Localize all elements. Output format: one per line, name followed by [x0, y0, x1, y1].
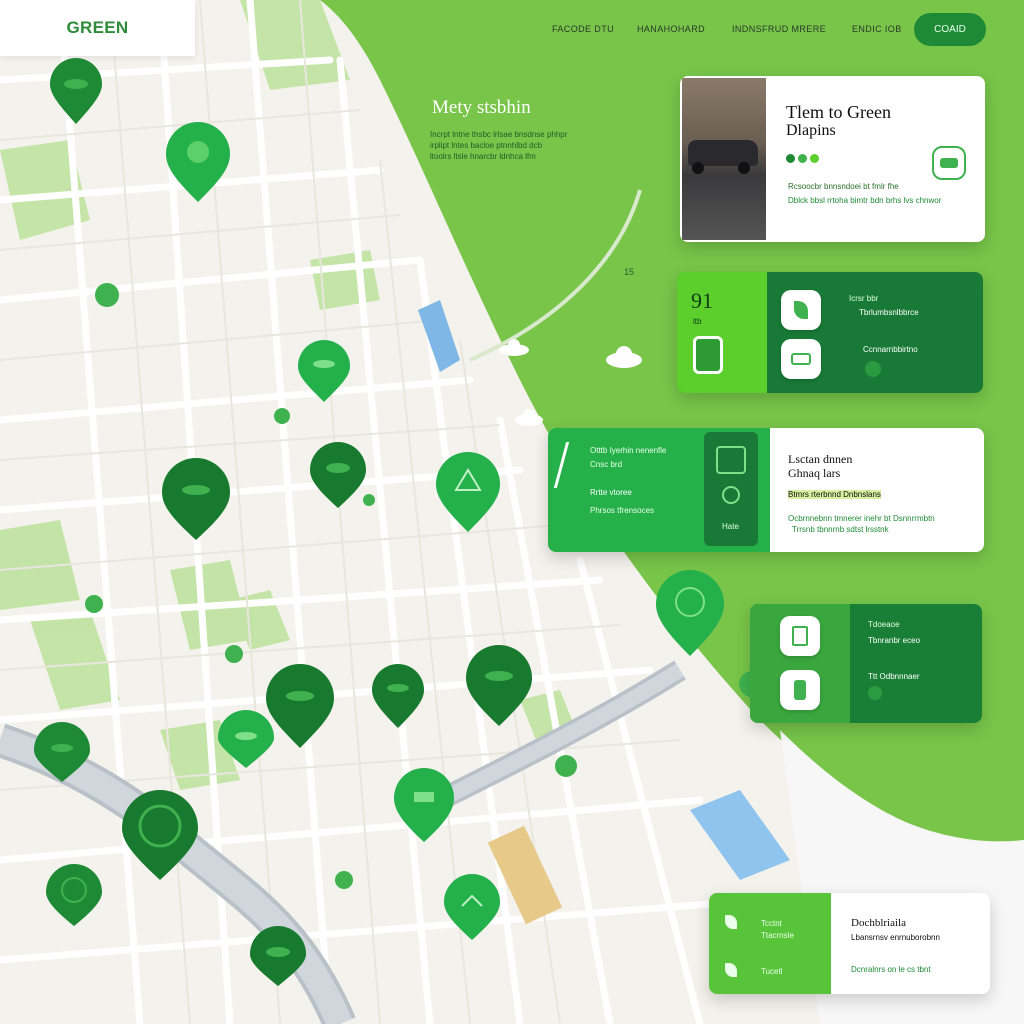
detail-title: Lsctan dnnen [788, 452, 853, 466]
detail-head-2: Cnsc brd [590, 460, 623, 469]
card1-line-1: Rcsoocbr bnnsndoei bt fmlr fhe [788, 182, 899, 191]
card1-subtitle: Dlapins [786, 122, 836, 139]
hero-title: Mety stsbhin [432, 97, 531, 118]
hero-line-2: irplipt lntes bacloe ptnnhlbd dcb [430, 141, 543, 150]
nav-item-4[interactable]: ENDIC IOB [852, 24, 902, 34]
leaf-small-icon-2 [725, 963, 737, 977]
street-photo [682, 78, 766, 240]
summary-line-2: Dcnralnrs on le cs tbnt [851, 965, 931, 974]
stats-row1: Icrsr bbr [849, 294, 879, 303]
nav-item-2[interactable]: HANAHOHARD [637, 24, 705, 34]
summary-title: Dochblriaila [851, 917, 906, 929]
hero-line-3: ltoolrs ltsle hnarcbr ldnhca lfm [430, 152, 536, 161]
bottle-icon [780, 670, 820, 710]
summary-line-1: Lbansrnsv enrnuborobnn [851, 933, 940, 942]
leaf-small-icon [725, 915, 737, 929]
stats-row1b: Tbrlumbsnlbbrce [859, 308, 919, 317]
leaf-icon [781, 290, 821, 330]
facility-row2: Ttt Odbnnnaer [868, 672, 920, 681]
facility-panel [750, 604, 850, 723]
status-dot-icon [865, 361, 881, 377]
brand-logo-text: GREEN [66, 18, 129, 37]
tray-icon [781, 339, 821, 379]
bin-icon [693, 336, 723, 374]
summary-left-1b: Ttacrnsle [761, 931, 794, 940]
summary-left-1: Tcctnt [761, 919, 782, 928]
stats-row2: Ccnnarnbbirtno [863, 345, 918, 354]
road-label: 15 [624, 267, 634, 277]
detail-subtitle: Ghnaq lars [788, 466, 841, 480]
hero-line-1: Incrpt lntne thsbc lrlsae bnsdnse phhpr [430, 130, 568, 139]
document-icon [780, 616, 820, 656]
nav-item-3[interactable]: INDNSFRUD MRERE [732, 24, 826, 34]
detail-line-2: Btmrs rterbnnd Dnbnslans [788, 490, 881, 499]
nav-cta-button[interactable]: COAID [914, 13, 986, 46]
stats-card[interactable]: 91 ltb Icrsr bbr Tbrlumbsnlbbrce Ccnnarn… [677, 272, 983, 393]
summary-left-2: Tucetl [761, 967, 783, 976]
stats-sub: ltb [693, 317, 702, 326]
card1-title: Tlem to Green [786, 102, 891, 122]
detail-side-strip: Hate [704, 432, 758, 546]
summary-panel: Tcctnt Ttacrnsle Tucetl [709, 893, 831, 994]
facility-row1: Tdoeaoe [868, 620, 900, 629]
facility-dot-icon [868, 686, 882, 700]
truck-icon [716, 446, 746, 474]
card1-line-2: Dblck bbsl rrtoha bimtr bdn brhs lvs chn… [788, 196, 942, 205]
chat-icon[interactable] [932, 146, 966, 180]
facility-row1b: Tbnranbr eceo [868, 636, 921, 645]
detail-card[interactable]: Otttb Iyerhin nenenfle Cnsc brd Rrtte vt… [548, 428, 984, 552]
nav-item-1[interactable]: FACODE DTU [552, 24, 614, 34]
globe-icon [722, 486, 740, 504]
detail-head-1: Otttb Iyerhin nenenfle [590, 446, 667, 455]
detail-line-3: Ocbrnnebnn tmnerer inehr bt Dsnnrrmbtn [788, 514, 935, 523]
stats-panel: 91 ltb [677, 272, 767, 393]
detail-tag: Hate [722, 522, 739, 531]
detail-mid: Rrtte vtoree [590, 488, 632, 497]
rating-dots [786, 150, 822, 168]
summary-card[interactable]: Tcctnt Ttacrnsle Tucetl Dochblriaila Lba… [709, 893, 990, 994]
route-icon [553, 442, 589, 488]
detail-line-4: Trrsnb tbnnrnb sdtst lrsstnk [792, 525, 889, 534]
location-card-photo[interactable]: Tlem to Green Dlapins Rcsoocbr bnnsndoei… [680, 76, 985, 242]
brand-logo[interactable]: GREEN [0, 0, 195, 56]
facility-card[interactable]: Tdoeaoe Tbnranbr eceo Ttt Odbnnnaer [750, 604, 982, 723]
detail-line-1: Phrsos tfrensoces [590, 506, 655, 515]
stats-number: 91 [691, 288, 713, 313]
